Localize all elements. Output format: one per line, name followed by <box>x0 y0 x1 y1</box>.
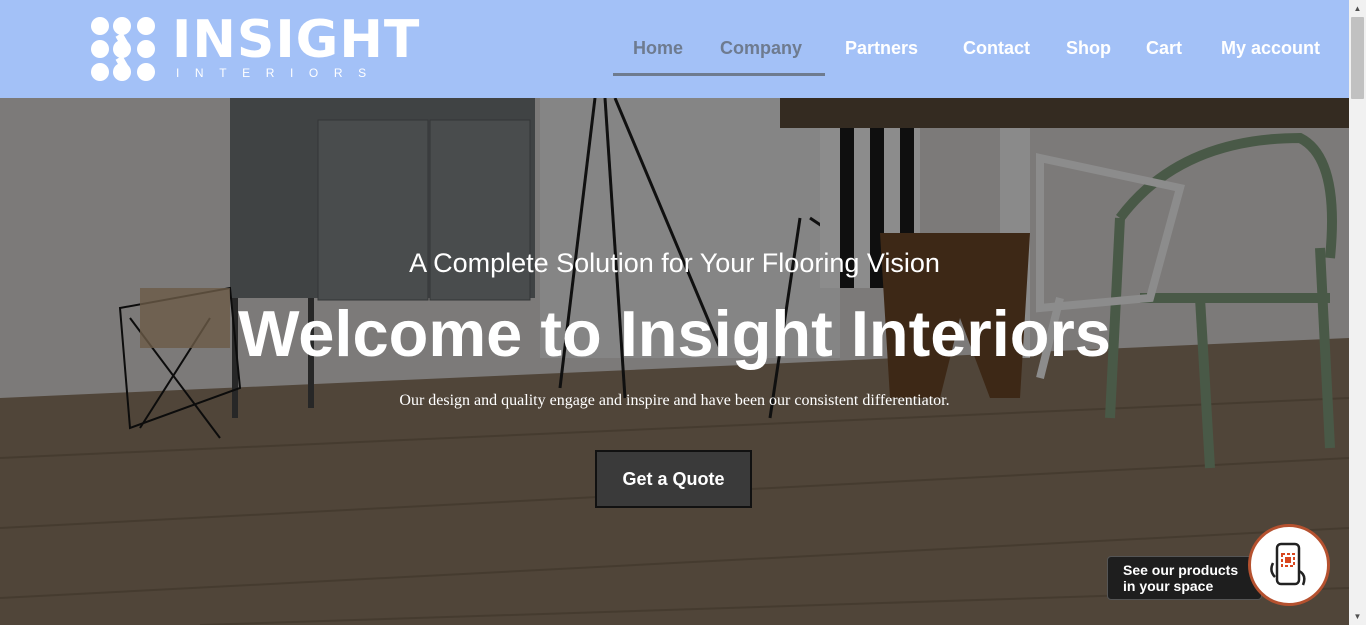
hero-section: A Complete Solution for Your Flooring Vi… <box>0 98 1349 625</box>
get-a-quote-button[interactable]: Get a Quote <box>595 450 752 508</box>
nav-active-underline <box>613 73 825 76</box>
page-scrollbar[interactable]: ▲ ▼ <box>1349 0 1366 625</box>
nav-company[interactable]: Company <box>720 36 802 60</box>
nav-home[interactable]: Home <box>633 36 683 60</box>
site-header: INSIGHT INTERIORS Home Company Partners … <box>0 0 1349 98</box>
scroll-up-arrow-icon[interactable]: ▲ <box>1349 0 1366 17</box>
nav-cart[interactable]: Cart <box>1146 36 1182 60</box>
main-nav: Home Company Partners Contact Shop Cart … <box>0 0 1349 98</box>
nav-partners[interactable]: Partners <box>845 36 918 60</box>
ar-widget-label[interactable]: See our products in your space <box>1107 556 1262 600</box>
nav-shop[interactable]: Shop <box>1066 36 1111 60</box>
hero-tagline: A Complete Solution for Your Flooring Vi… <box>409 248 940 278</box>
scroll-down-arrow-icon[interactable]: ▼ <box>1349 608 1366 625</box>
phone-ar-icon <box>1270 542 1306 586</box>
nav-my-account[interactable]: My account <box>1221 36 1320 60</box>
ar-widget-line1: See our products <box>1123 562 1239 578</box>
scroll-thumb[interactable] <box>1351 17 1364 99</box>
ar-widget-line2: in your space <box>1123 578 1214 594</box>
nav-contact[interactable]: Contact <box>963 36 1030 60</box>
hero-description: Our design and quality engage and inspir… <box>399 392 950 409</box>
hero-title: Welcome to Insight Interiors <box>238 297 1111 370</box>
ar-widget-button[interactable] <box>1248 524 1330 606</box>
